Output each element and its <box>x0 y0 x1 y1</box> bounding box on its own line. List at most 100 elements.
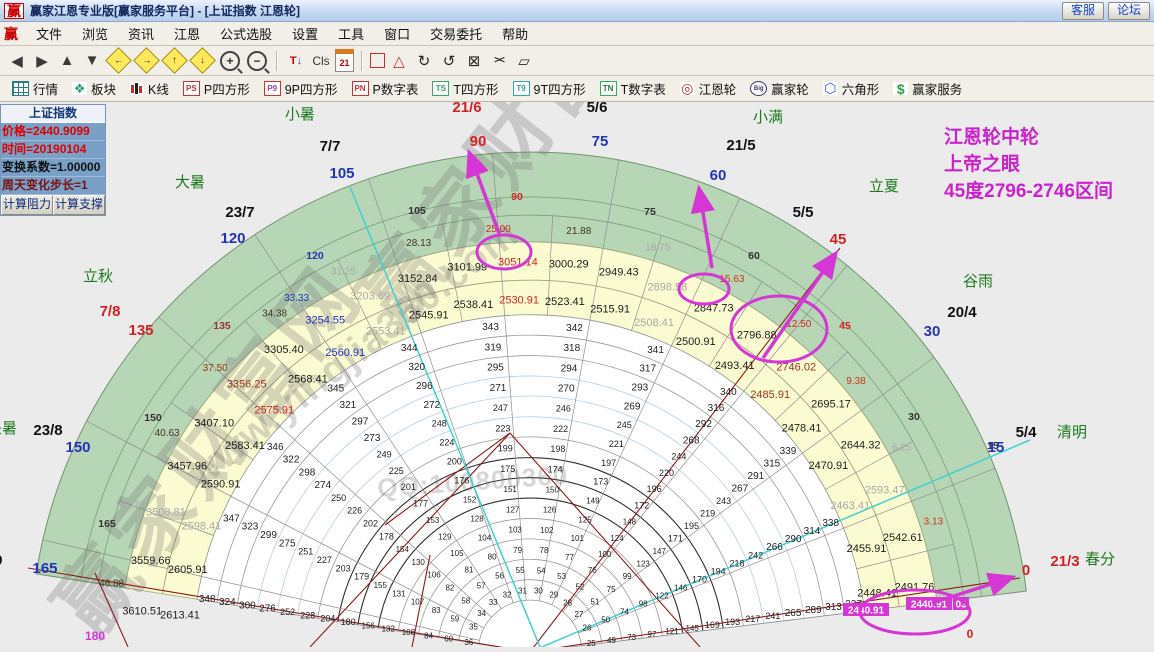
svg-text:54: 54 <box>537 566 546 575</box>
svg-text:33.33: 33.33 <box>284 293 309 304</box>
menu-item-7[interactable]: 窗口 <box>374 22 420 45</box>
pan-right-icon[interactable]: → <box>133 47 160 74</box>
svg-text:清明: 清明 <box>1057 424 1087 441</box>
svg-text:222: 222 <box>553 424 568 434</box>
svg-text:128: 128 <box>470 515 484 524</box>
p-square-icon: PS <box>183 81 200 96</box>
calc-resistance-button[interactable]: 计算阻力 <box>1 195 53 215</box>
svg-text:2440.91: 2440.91 <box>848 606 885 617</box>
svg-text:165: 165 <box>98 518 116 530</box>
ribbon-p-number-table[interactable]: PNP数字表 <box>346 78 425 99</box>
ribbon-p9-square[interactable]: P99P四方形 <box>258 78 344 99</box>
svg-text:73: 73 <box>627 633 636 642</box>
svg-text:60: 60 <box>748 250 760 262</box>
svg-text:199: 199 <box>498 444 513 454</box>
svg-text:82: 82 <box>445 584 454 593</box>
svg-text:252: 252 <box>280 607 295 617</box>
pan-up-icon[interactable]: ↑ <box>161 47 188 74</box>
svg-text:27: 27 <box>574 610 583 619</box>
svg-text:2530.91: 2530.91 <box>499 295 539 307</box>
svg-text:7/8: 7/8 <box>100 303 121 320</box>
ribbon-gann-wheel[interactable]: ◎江恩轮 <box>674 78 743 99</box>
ribbon-t9-square[interactable]: T99T四方形 <box>507 78 592 99</box>
ribbon-label: K线 <box>148 79 169 98</box>
calendar-icon[interactable]: 21 <box>335 49 354 72</box>
nav-right-icon[interactable]: ▶ <box>31 50 53 72</box>
svg-text:250: 250 <box>331 493 346 503</box>
ribbon-t-square[interactable]: TST四方形 <box>426 78 504 99</box>
svg-text:60: 60 <box>444 635 453 644</box>
menu-item-9[interactable]: 帮助 <box>492 22 538 45</box>
svg-text:3305.40: 3305.40 <box>264 344 304 356</box>
rotate-ccw-icon[interactable]: ↺ <box>438 50 460 72</box>
square-tool-icon[interactable] <box>370 53 385 68</box>
ribbon-t-number-table[interactable]: TNT数字表 <box>594 78 672 99</box>
p9-square-icon: P9 <box>264 81 281 96</box>
menu-item-3[interactable]: 江恩 <box>164 22 210 45</box>
svg-text:45: 45 <box>830 231 847 248</box>
svg-text:43.75: 43.75 <box>120 500 145 511</box>
svg-text:221: 221 <box>609 439 624 449</box>
maximize-icon[interactable]: ⊠ <box>463 50 485 72</box>
svg-text:321: 321 <box>340 400 357 411</box>
svg-text:293: 293 <box>632 383 649 394</box>
shrink-icon[interactable]: >< <box>488 50 510 72</box>
triangle-tool-icon[interactable]: △ <box>388 50 410 72</box>
t9-square-icon: T9 <box>513 81 530 96</box>
svg-text:244: 244 <box>671 452 686 462</box>
svg-text:102: 102 <box>540 526 554 535</box>
svg-text:75: 75 <box>607 585 616 594</box>
svg-text:180: 180 <box>85 629 105 643</box>
svg-text:21/3: 21/3 <box>1050 553 1079 570</box>
window-title: 赢家江恩专业版[赢家服务平台] - [上证指数 江恩轮] <box>30 2 300 19</box>
pan-down-icon[interactable]: ↓ <box>189 47 216 74</box>
cls-icon[interactable]: Cls <box>310 50 332 72</box>
svg-text:78: 78 <box>540 546 549 555</box>
ribbon-market-quotes[interactable]: 行情 <box>6 78 64 99</box>
menu-item-5[interactable]: 设置 <box>282 22 328 45</box>
support-button[interactable]: 客服 <box>1062 2 1104 20</box>
menu-item-4[interactable]: 公式选股 <box>210 22 282 45</box>
ribbon-winner-wheel[interactable]: Big赢家轮 <box>744 78 815 99</box>
nav-down-icon[interactable]: ▼ <box>81 50 103 72</box>
svg-text:101: 101 <box>571 534 585 543</box>
menu-item-6[interactable]: 工具 <box>328 22 374 45</box>
svg-text:3.13: 3.13 <box>924 517 944 528</box>
ribbon-sectors[interactable]: ❖板块 <box>66 78 122 99</box>
panel-row-2: 变换系数=1.00000 <box>1 159 105 177</box>
svg-text:217: 217 <box>745 614 760 624</box>
svg-text:40.63: 40.63 <box>155 428 180 439</box>
rotate-cw-icon[interactable]: ↻ <box>413 50 435 72</box>
select-tool-icon[interactable]: ▱ <box>513 50 535 72</box>
svg-text:300: 300 <box>239 600 256 611</box>
nav-left-icon[interactable]: ◀ <box>6 50 28 72</box>
svg-text:320: 320 <box>408 362 425 373</box>
svg-text:317: 317 <box>639 364 656 375</box>
svg-text:200: 200 <box>447 457 462 467</box>
index-info-panel: 上证指数 价格=2440.9099时间=20190104变换系数=1.00000… <box>0 104 106 216</box>
ribbon-winner-service[interactable]: $赢家服务 <box>887 78 968 99</box>
menu-item-2[interactable]: 资讯 <box>118 22 164 45</box>
svg-text:7/9: 7/9 <box>0 552 2 569</box>
pan-left-icon[interactable]: ← <box>105 47 132 74</box>
svg-text:105: 105 <box>408 205 426 217</box>
nav-up-icon[interactable]: ▲ <box>56 50 78 72</box>
calc-support-button[interactable]: 计算支撑 <box>53 195 105 215</box>
zoom-in-icon[interactable]: + <box>220 51 240 71</box>
svg-text:344: 344 <box>401 343 418 354</box>
svg-text:23/8: 23/8 <box>33 422 62 439</box>
ribbon-kline[interactable]: K线 <box>124 78 175 99</box>
svg-text:2463.41: 2463.41 <box>830 500 870 512</box>
forum-button[interactable]: 论坛 <box>1108 2 1150 20</box>
t-range-icon[interactable]: T↓ <box>285 50 307 72</box>
winner-service-icon: $ <box>893 82 908 95</box>
zoom-out-icon[interactable]: − <box>247 51 267 71</box>
ribbon-hexagon[interactable]: ⬡六角形 <box>817 78 886 99</box>
ribbon-label: 六角形 <box>842 79 880 98</box>
menu-item-0[interactable]: 文件 <box>26 22 72 45</box>
ribbon-p-square[interactable]: PSP四方形 <box>177 78 256 99</box>
menu-item-1[interactable]: 浏览 <box>72 22 118 45</box>
menu-item-8[interactable]: 交易委托 <box>420 22 492 45</box>
svg-text:178: 178 <box>379 531 394 541</box>
svg-text:98: 98 <box>639 600 648 609</box>
